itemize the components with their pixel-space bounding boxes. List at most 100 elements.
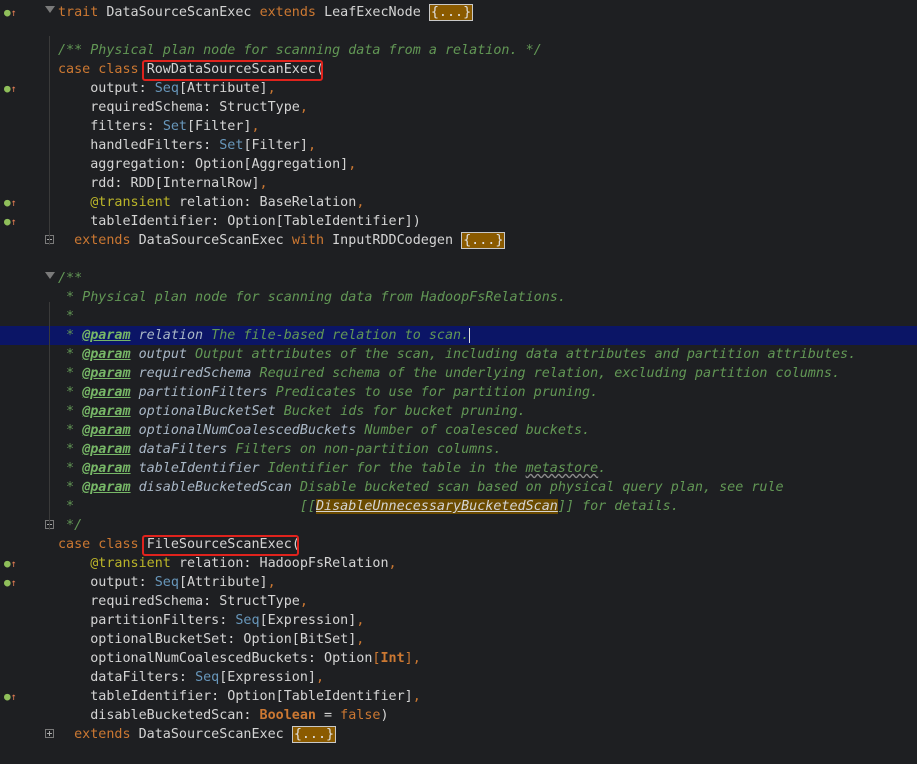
code-line[interactable]: ●↑ @transient relation: HadoopFsRelation… — [0, 554, 917, 573]
code-token: , — [299, 594, 308, 609]
code-token: Number of coalesced buckets. — [356, 423, 591, 438]
override-marker-icon[interactable]: ●↑ — [4, 554, 20, 573]
code-line[interactable] — [0, 22, 917, 41]
code-line[interactable]: case class FileSourceScanExec( — [0, 535, 917, 554]
code-token: @param — [82, 423, 131, 438]
code-token: dataFilters — [130, 442, 228, 457]
folded-code-placeholder[interactable]: {...} — [461, 232, 506, 249]
code-line[interactable] — [0, 250, 917, 269]
code-line[interactable]: * Physical plan node for scanning data f… — [0, 288, 917, 307]
code-token: @param — [82, 347, 131, 362]
code-token: Identifier for the table in the — [259, 461, 526, 476]
code-line[interactable]: handledFilters: Set[Filter], — [0, 136, 917, 155]
code-line[interactable]: requiredSchema: StructType, — [0, 592, 917, 611]
code-token: output: — [58, 575, 155, 590]
code-line[interactable]: * @param partitionFilters Predicates to … — [0, 383, 917, 402]
code-line[interactable]: ●↑ tableIdentifier: Option[TableIdentifi… — [0, 212, 917, 231]
code-token: @transient — [58, 556, 179, 571]
code-line[interactable]: * @param optionalNumCoalescedBuckets Num… — [0, 421, 917, 440]
code-token: partitionFilters — [130, 385, 268, 400]
code-token: [Filter] — [243, 138, 308, 153]
folded-code-placeholder[interactable]: {...} — [428, 4, 474, 21]
code-text: requiredSchema: StructType, — [58, 592, 308, 611]
override-marker-icon[interactable]: ●↑ — [4, 3, 20, 22]
code-token: trait — [58, 5, 107, 20]
code-token: DataSourceScanExec — [138, 233, 292, 248]
code-token: requiredSchema: StructType — [58, 100, 300, 115]
code-token: extends — [58, 727, 139, 742]
code-line[interactable]: extends DataSourceScanExec {...} — [0, 725, 917, 744]
code-line[interactable]: /** — [0, 269, 917, 288]
code-line[interactable]: ●↑ @transient relation: BaseRelation, — [0, 193, 917, 212]
code-text: trait DataSourceScanExec extends LeafExe… — [58, 3, 474, 22]
code-line[interactable]: extends DataSourceScanExec with InputRDD… — [0, 231, 917, 250]
folded-code-placeholder[interactable]: {...} — [291, 726, 337, 743]
code-token: InputRDDCodegen — [332, 233, 462, 248]
annotation-highlight-box — [141, 535, 299, 556]
code-token: * — [58, 423, 83, 438]
override-marker-icon[interactable]: ●↑ — [4, 212, 20, 231]
code-token: , — [356, 632, 365, 647]
code-line[interactable]: optionalBucketSet: Option[BitSet], — [0, 630, 917, 649]
code-line[interactable]: optionalNumCoalescedBuckets: Option[Int]… — [0, 649, 917, 668]
text-cursor — [469, 327, 471, 343]
code-token: * — [58, 347, 83, 362]
fold-collapse-icon[interactable] — [45, 6, 55, 13]
code-line[interactable]: * [[DisableUnnecessaryBucketedScan]] for… — [0, 497, 917, 516]
code-text: * @param optionalBucketSet Bucket ids fo… — [58, 402, 526, 421]
code-token: Int — [380, 651, 405, 666]
code-editor[interactable]: ●↑ trait DataSourceScanExec extends LeafE… — [0, 0, 917, 764]
code-line[interactable]: case class RowDataSourceScanExec( — [0, 60, 917, 79]
code-line[interactable]: ●↑ tableIdentifier: Option[TableIdentifi… — [0, 687, 917, 706]
code-line[interactable]: * @param relation The file-based relatio… — [0, 326, 917, 345]
code-line[interactable]: aggregation: Option[Aggregation], — [0, 155, 917, 174]
code-token: optionalNumCoalescedBuckets — [130, 423, 357, 438]
code-line[interactable]: * @param output Output attributes of the… — [0, 345, 917, 364]
code-line[interactable]: * @param tableIdentifier Identifier for … — [0, 459, 917, 478]
code-token: */ — [58, 518, 83, 533]
code-token: . — [598, 461, 607, 476]
code-line[interactable]: /** Physical plan node for scanning data… — [0, 41, 917, 60]
code-line[interactable]: * @param dataFilters Filters on non-part… — [0, 440, 917, 459]
code-token: [Attribute] — [178, 575, 268, 590]
code-text: tableIdentifier: Option[TableIdentifier]… — [58, 212, 421, 231]
code-token: DataSourceScanExec — [138, 727, 292, 742]
code-token: tableIdentifier — [130, 461, 260, 476]
code-line[interactable]: rdd: RDD[InternalRow], — [0, 174, 917, 193]
override-marker-icon[interactable]: ●↑ — [4, 573, 20, 592]
override-marker-icon[interactable]: ●↑ — [4, 79, 20, 98]
code-line[interactable]: dataFilters: Seq[Expression], — [0, 668, 917, 687]
code-line[interactable]: requiredSchema: StructType, — [0, 98, 917, 117]
code-line[interactable]: partitionFilters: Seq[Expression], — [0, 611, 917, 630]
code-token: /** Physical plan node for scanning data… — [58, 43, 542, 58]
code-line[interactable]: */ — [0, 516, 917, 535]
code-token: * — [58, 442, 83, 457]
code-text: partitionFilters: Seq[Expression], — [58, 611, 364, 630]
code-line[interactable]: * @param disableBucketedScan Disable buc… — [0, 478, 917, 497]
annotation-highlight-box — [141, 60, 323, 81]
override-marker-icon[interactable]: ●↑ — [4, 687, 20, 706]
code-token: The file-based relation to scan. — [203, 328, 470, 343]
code-token: [Attribute] — [178, 81, 268, 96]
code-line[interactable]: ●↑ output: Seq[Attribute], — [0, 573, 917, 592]
code-token[interactable]: DisableUnnecessaryBucketedScan — [315, 499, 558, 514]
code-token: filters: — [58, 119, 163, 134]
code-token: , — [251, 119, 260, 134]
code-line[interactable]: filters: Set[Filter], — [0, 117, 917, 136]
code-token: aggregation: Option[Aggregation] — [58, 157, 349, 172]
code-token: , — [388, 556, 397, 571]
code-line[interactable]: * @param optionalBucketSet Bucket ids fo… — [0, 402, 917, 421]
code-line[interactable]: disableBucketedScan: Boolean = false) — [0, 706, 917, 725]
code-line[interactable]: * @param requiredSchema Required schema … — [0, 364, 917, 383]
code-token: * — [58, 366, 83, 381]
override-marker-icon[interactable]: ●↑ — [4, 193, 20, 212]
code-token: Predicates to use for partition pruning. — [267, 385, 599, 400]
code-token: , — [356, 613, 365, 628]
fold-expand-icon[interactable] — [45, 729, 54, 738]
code-line[interactable]: * — [0, 307, 917, 326]
code-token: = — [315, 708, 341, 723]
fold-collapse-icon[interactable] — [45, 272, 55, 279]
code-line[interactable]: ●↑ output: Seq[Attribute], — [0, 79, 917, 98]
code-text: */ — [58, 516, 82, 535]
code-line[interactable]: ●↑ trait DataSourceScanExec extends LeafE… — [0, 3, 917, 22]
